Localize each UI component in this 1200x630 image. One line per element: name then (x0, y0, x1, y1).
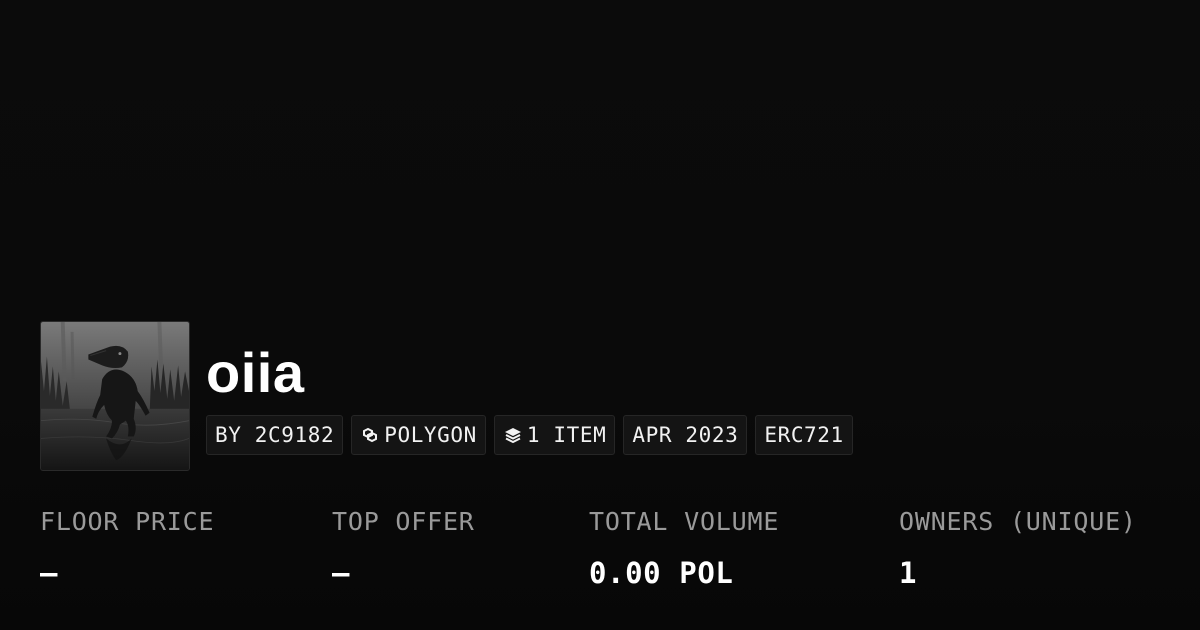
standard-tag: ERC721 (755, 415, 853, 455)
chain-tag[interactable]: POLYGON (351, 415, 486, 455)
creator-tag[interactable]: BY 2C9182 (206, 415, 344, 455)
collection-title: oiia (206, 341, 305, 404)
date-tag-label: APR 2023 (632, 423, 739, 447)
creator-tag-label: BY 2C9182 (215, 423, 335, 447)
total-volume-value: 0.00 POL (589, 556, 734, 590)
collection-avatar (40, 321, 190, 471)
collection-card: oiia BY 2C9182 POLYGON 1 ITEM APR 2023 E… (0, 0, 1200, 630)
floor-price-value: – (40, 556, 59, 590)
top-offer-stat: TOP OFFER – (332, 505, 475, 591)
owners-label: OWNERS (UNIQUE) (899, 507, 1137, 536)
owners-value: 1 (899, 556, 918, 590)
owners-stat: OWNERS (UNIQUE) 1 (899, 505, 1137, 591)
items-tag-label: 1 ITEM (526, 423, 607, 447)
polygon-chain-icon (360, 426, 380, 444)
floor-price-label: FLOOR PRICE (40, 507, 215, 536)
standard-tag-label: ERC721 (764, 423, 844, 447)
top-offer-label: TOP OFFER (332, 507, 475, 536)
swamp-creature-image (41, 322, 189, 470)
date-tag: APR 2023 (623, 415, 748, 455)
items-tag[interactable]: 1 ITEM (493, 415, 616, 455)
stack-layers-icon (503, 426, 523, 444)
chain-tag-label: POLYGON (384, 423, 477, 447)
top-offer-value: – (332, 556, 351, 590)
collection-tags: BY 2C9182 POLYGON 1 ITEM APR 2023 ERC721 (206, 415, 853, 455)
floor-price-stat: FLOOR PRICE – (40, 505, 214, 591)
total-volume-label: TOTAL VOLUME (589, 507, 780, 536)
total-volume-stat: TOTAL VOLUME 0.00 POL (589, 505, 779, 591)
